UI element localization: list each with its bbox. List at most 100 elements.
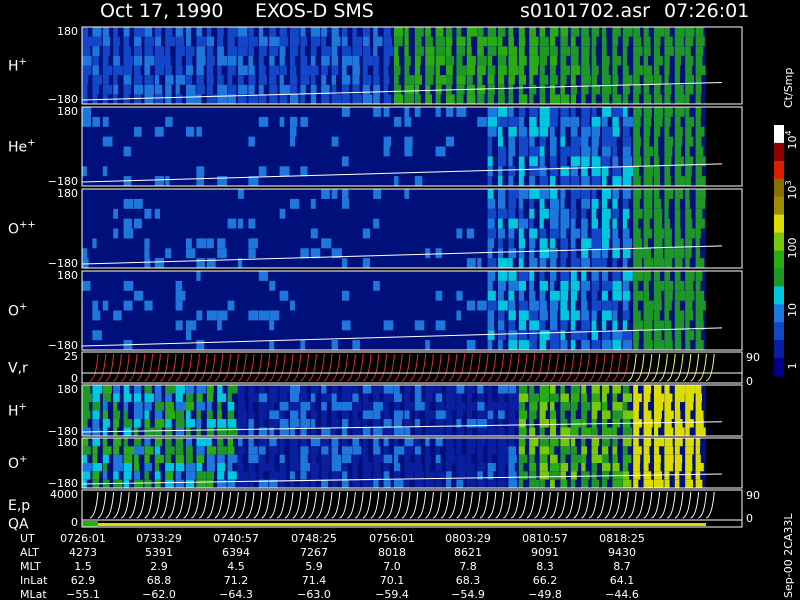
spectrogram-cell	[154, 454, 164, 463]
spectrogram-cell	[560, 228, 567, 239]
spectrogram-cell	[331, 471, 340, 480]
spectrogram-cell	[456, 65, 467, 76]
spectrogram-cell	[248, 136, 255, 147]
spectrogram-cell	[539, 310, 548, 321]
spectrogram-cell	[487, 471, 494, 480]
spectrogram-cell	[248, 75, 256, 85]
spectrogram-cell	[394, 385, 400, 394]
spectrogram-cell	[539, 427, 545, 436]
spectrogram-cell	[206, 471, 215, 480]
spectrogram-cell	[654, 55, 663, 66]
panels: H+180−180He+180−180O++180−180O+180−180V,…	[8, 25, 760, 533]
spectrogram-cell	[622, 446, 628, 455]
spectrogram-cell	[550, 36, 556, 47]
spectrogram-cell	[539, 248, 550, 259]
spectrogram-cell	[518, 446, 525, 455]
spectrogram-cell	[466, 27, 477, 37]
spectrogram-cell	[612, 208, 619, 219]
spectrogram-cell	[134, 479, 144, 488]
spectrogram-cell	[633, 46, 643, 56]
spectrogram-cell	[352, 340, 360, 350]
spectrogram-cell	[227, 65, 236, 76]
spectrogram-cell	[352, 94, 362, 104]
spectrogram-cell	[674, 419, 683, 428]
spectrogram-cell	[279, 55, 285, 66]
spectrogram-cell	[342, 438, 348, 447]
spectrogram-cell	[550, 65, 556, 76]
spectrogram-cell	[248, 393, 259, 402]
spectrogram-cell	[560, 116, 571, 127]
spectrogram-cell	[310, 410, 317, 419]
spectrogram-cell	[134, 290, 144, 301]
spectrogram-cell	[518, 136, 529, 147]
spectrogram-cell	[581, 258, 590, 268]
spectrogram-cell	[487, 55, 493, 66]
spectrogram-cell	[466, 479, 476, 488]
spectrogram-cell	[352, 55, 360, 66]
spectrogram-cell	[144, 94, 154, 104]
spectrogram-cell	[175, 393, 183, 402]
spectrogram-cell	[290, 27, 300, 37]
spectrogram-cell	[685, 471, 692, 480]
spectrogram-cell	[165, 27, 173, 37]
spectrogram-cell	[674, 280, 685, 291]
spectrogram-cell	[612, 126, 620, 137]
spectrogram-cell	[269, 75, 277, 85]
spectrogram-cell	[92, 75, 102, 85]
spectrogram-cell	[550, 340, 560, 350]
spectrogram-cell	[498, 36, 503, 47]
spectrogram-cell	[529, 393, 540, 402]
spectrogram-cell	[602, 271, 608, 281]
spectrogram-cell	[622, 385, 630, 394]
spectrogram-cell	[508, 75, 515, 85]
spectrogram-cell	[186, 36, 191, 47]
spectrogram-cell	[144, 446, 154, 455]
spectrogram-cell	[529, 471, 537, 480]
spectrogram-cell	[310, 27, 321, 37]
spectrogram-cell	[581, 385, 587, 394]
spectrogram-cell	[248, 402, 253, 411]
spectrogram-cell	[602, 228, 611, 239]
spectrogram-cell	[664, 156, 672, 167]
spectrogram-cell	[518, 320, 527, 331]
spectrogram-cell	[165, 116, 173, 127]
spectrogram-cell	[113, 402, 118, 411]
spectrogram-cell	[279, 385, 290, 394]
spectrogram-cell	[258, 454, 266, 463]
spectrogram-cell	[279, 402, 289, 411]
spectrogram-cell	[248, 55, 254, 66]
spectrogram-cell	[248, 385, 255, 394]
spectrogram-cell	[196, 454, 205, 463]
spectrogram-cell	[539, 46, 549, 56]
spectrogram-cell	[425, 427, 436, 436]
spectrogram-cell	[602, 27, 607, 37]
spectrogram-cell	[539, 27, 546, 37]
spectrogram-cell	[217, 320, 222, 331]
spectrogram-cell	[508, 166, 516, 177]
spectrogram-cell	[539, 189, 550, 199]
spectrogram-cell	[362, 84, 370, 95]
spectrogram-cell	[685, 208, 692, 219]
spectrogram-cell	[394, 75, 399, 85]
spectrogram-cell	[477, 55, 487, 66]
spectrogram-cell	[685, 438, 694, 447]
spectrogram-cell	[550, 393, 559, 402]
spectrogram-cell	[654, 208, 663, 219]
spectrogram-cell	[102, 65, 113, 76]
spectrogram-cell	[352, 75, 360, 85]
spectrogram-cell	[602, 136, 613, 147]
spectrogram-cell	[102, 116, 109, 127]
spectrogram-cell	[539, 65, 545, 76]
spectrogram-cell	[518, 55, 527, 66]
spectrogram-cell	[113, 36, 120, 47]
spectrogram-cell	[570, 280, 580, 291]
spectrogram-cell	[643, 146, 654, 157]
spectrogram-cell	[196, 427, 201, 436]
spectrogram-cell	[581, 218, 588, 229]
spectrogram-cell	[508, 290, 515, 301]
spectrogram-cell	[321, 46, 332, 56]
spectrogram-cell	[529, 65, 539, 76]
spectrogram-cell	[321, 385, 327, 394]
spectrogram-cell	[570, 300, 576, 311]
spectrogram-cell	[446, 94, 455, 104]
